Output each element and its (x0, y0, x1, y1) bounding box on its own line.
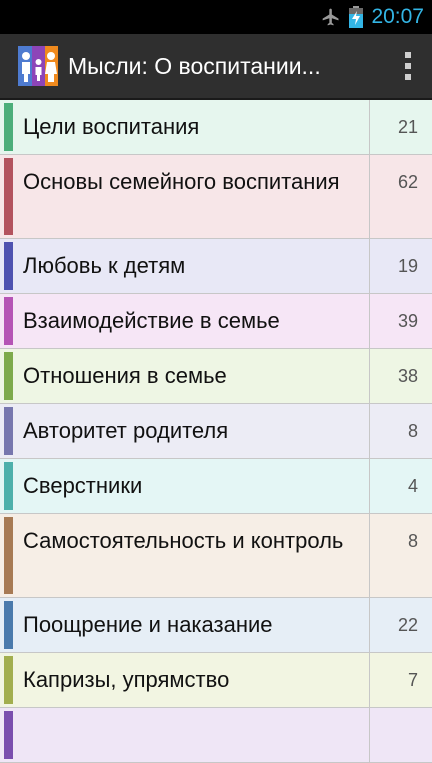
category-row[interactable]: Авторитет родителя 8 (0, 404, 432, 459)
page-title: Мысли: О воспитании... (68, 52, 321, 79)
category-row[interactable]: Основы семейного воспитания 62 (0, 155, 432, 239)
category-row[interactable]: Поощрение и наказание 22 (0, 598, 432, 653)
category-row[interactable]: Самостоятельность и контроль 8 (0, 514, 432, 598)
category-label: Авторитет родителя (23, 418, 229, 443)
category-count: 4 (369, 459, 432, 513)
category-label: Сверстники (23, 473, 143, 498)
category-color-bar (4, 601, 13, 649)
category-color-bar (4, 462, 13, 510)
category-count: 38 (369, 349, 432, 403)
category-color-bar (4, 103, 13, 151)
category-color-bar (4, 407, 13, 455)
category-list: Цели воспитания 21 Основы семейного воспит… (0, 100, 432, 763)
category-label: Поощрение и наказание (23, 612, 273, 637)
category-color-bar (4, 242, 13, 290)
category-label: Цели воспитания (23, 114, 200, 139)
category-row[interactable] (0, 708, 432, 763)
category-row[interactable]: Любовь к детям 19 (0, 239, 432, 294)
category-count: 8 (369, 514, 432, 597)
category-count: 62 (369, 155, 432, 238)
battery-charging-icon (349, 6, 364, 28)
clock: 20:07 (371, 5, 424, 28)
category-label: Взаимодействие в семье (23, 308, 280, 333)
category-label (13, 708, 369, 762)
action-bar: Мысли: О воспитании... (0, 34, 432, 100)
category-count: 22 (369, 598, 432, 652)
category-color-bar (4, 352, 13, 400)
category-label: Капризы, упрямство (23, 667, 230, 692)
overflow-menu-button[interactable] (384, 33, 432, 99)
category-row[interactable]: Отношения в семье 38 (0, 349, 432, 404)
category-count: 21 (369, 100, 432, 154)
category-color-bar (4, 297, 13, 345)
category-label: Основы семейного воспитания (23, 169, 340, 194)
category-row[interactable]: Сверстники 4 (0, 459, 432, 514)
category-label: Самостоятельность и контроль (23, 528, 344, 553)
category-label: Отношения в семье (23, 363, 227, 388)
category-count: 7 (369, 653, 432, 707)
category-row[interactable]: Капризы, упрямство 7 (0, 653, 432, 708)
category-label: Любовь к детям (23, 253, 186, 278)
category-color-bar (4, 711, 13, 759)
category-color-bar (4, 656, 13, 704)
category-count: 39 (369, 294, 432, 348)
category-count (369, 708, 432, 762)
airplane-icon (323, 8, 339, 26)
category-color-bar (4, 158, 13, 235)
category-row[interactable]: Взаимодействие в семье 39 (0, 294, 432, 349)
category-row[interactable]: Цели воспитания 21 (0, 100, 432, 155)
category-count: 19 (369, 239, 432, 293)
status-bar: 20:07 (0, 0, 432, 34)
category-color-bar (4, 517, 13, 594)
family-app-icon[interactable] (18, 46, 58, 86)
category-count: 8 (369, 404, 432, 458)
overflow-menu-icon (405, 52, 411, 80)
